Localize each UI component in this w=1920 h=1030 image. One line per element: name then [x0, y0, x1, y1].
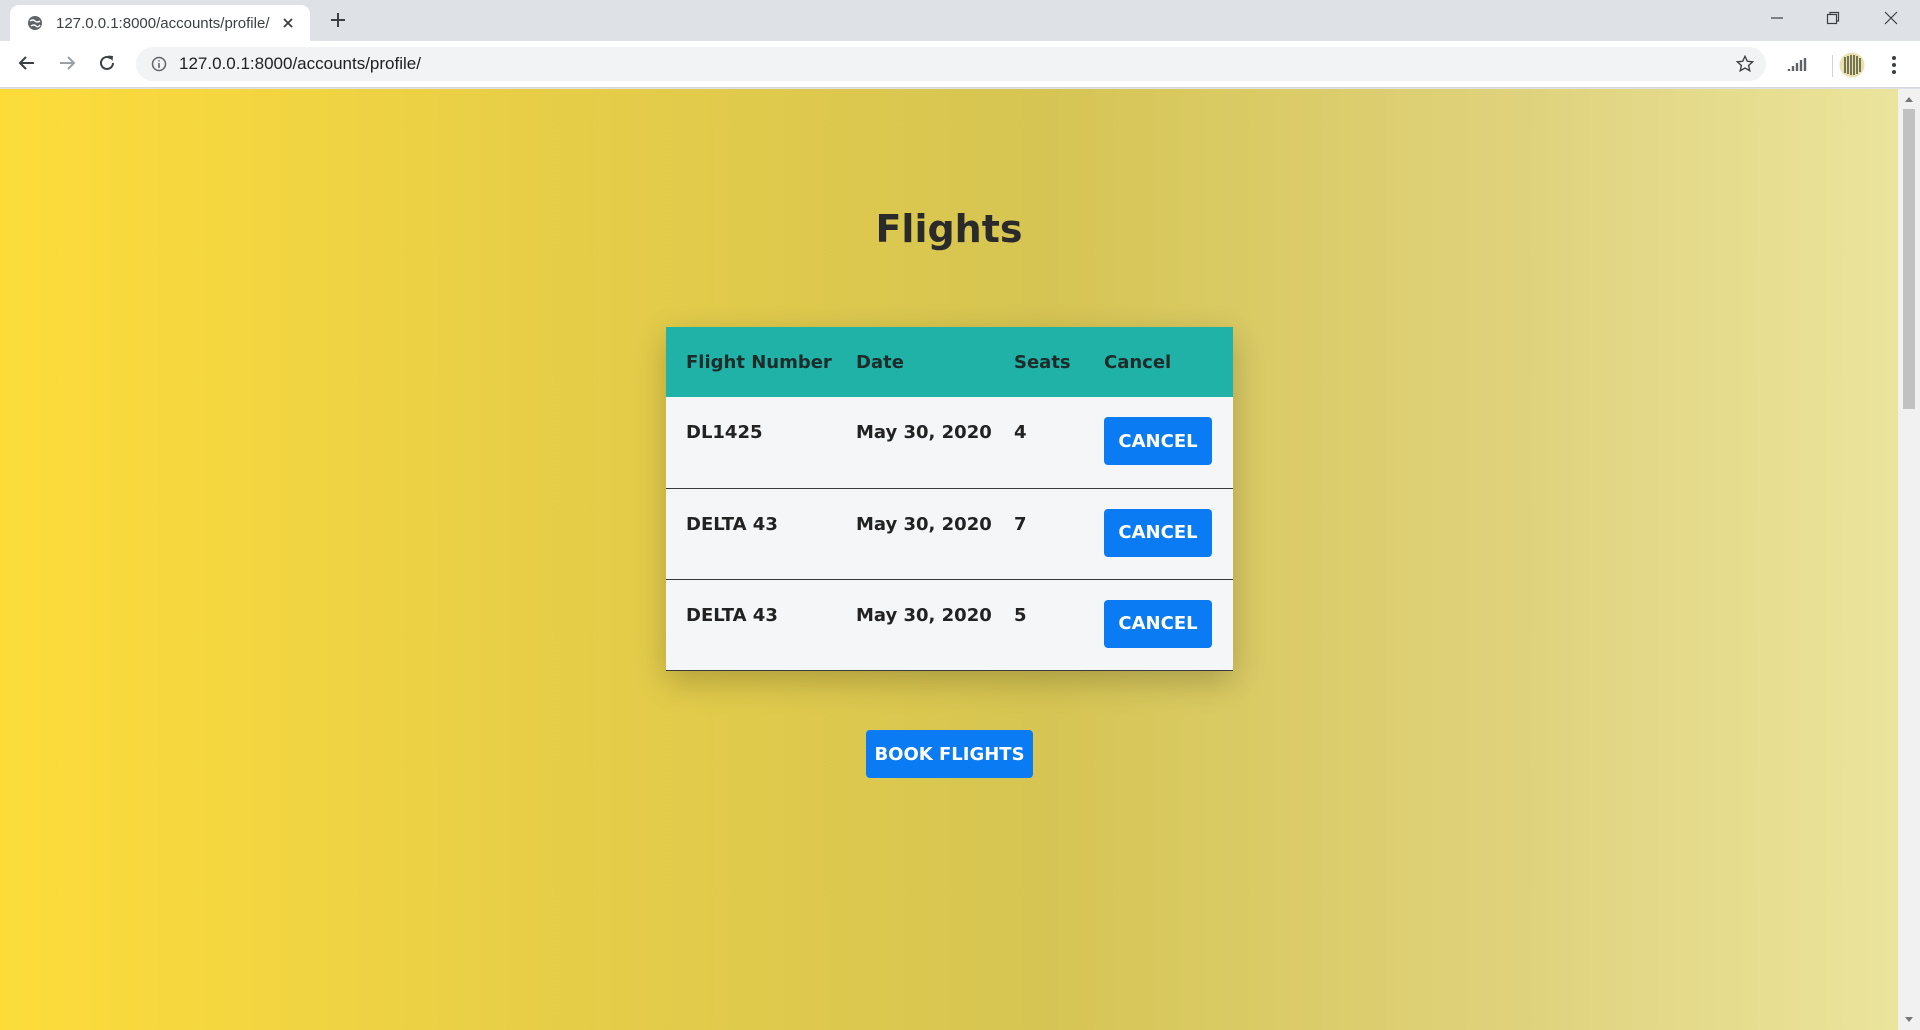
cancel-button[interactable]: CANCEL — [1104, 508, 1212, 557]
flight-number-cell: DL1425 — [686, 422, 763, 443]
flight-number-cell: DELTA 43 — [686, 513, 778, 535]
seats-cell: 7 — [1014, 513, 1027, 535]
cancel-button[interactable]: CANCEL — [1104, 417, 1212, 465]
star-icon[interactable] — [1734, 53, 1756, 75]
flight-number-cell: DELTA 43 — [686, 604, 778, 626]
tab-title: 127.0.0.1:8000/accounts/profile/ — [56, 14, 270, 32]
profile-avatar-icon[interactable] — [1838, 51, 1866, 79]
date-cell: May 30, 2020 — [856, 604, 992, 626]
date-cell: May 30, 2020 — [856, 513, 992, 535]
action-cell: CANCEL — [1084, 488, 1233, 579]
header-flight-number: Flight Number — [686, 351, 832, 373]
scrollbar-thumb[interactable] — [1903, 109, 1915, 409]
globe-icon — [26, 14, 44, 32]
address-bar[interactable]: 127.0.0.1:8000/accounts/profile/ — [136, 47, 1766, 81]
back-button[interactable] — [11, 49, 43, 81]
minimize-button[interactable] — [1748, 0, 1806, 40]
window-close-button[interactable] — [1862, 0, 1920, 40]
close-icon[interactable] — [278, 13, 298, 33]
seats-cell: 4 — [1014, 422, 1027, 443]
scroll-up-arrow-icon[interactable] — [1898, 91, 1920, 107]
action-cell: CANCEL — [1084, 579, 1233, 670]
browser-toolbar: 127.0.0.1:8000/accounts/profile/ — [0, 41, 1920, 88]
page-viewport: Flights Flight Number Date Seats Cancel … — [0, 89, 1898, 1030]
table-header-row: Flight Number Date Seats Cancel — [666, 327, 1233, 397]
kebab-menu-icon[interactable] — [1880, 51, 1908, 79]
new-tab-button[interactable] — [324, 8, 352, 36]
header-cancel: Cancel — [1104, 351, 1172, 373]
arrow-right-icon — [58, 54, 76, 77]
info-icon[interactable] — [149, 54, 169, 74]
url-text[interactable]: 127.0.0.1:8000/accounts/profile/ — [179, 54, 421, 74]
restore-icon — [1826, 11, 1840, 30]
close-window-icon — [1884, 11, 1898, 30]
scroll-down-arrow-icon[interactable] — [1898, 1012, 1920, 1028]
arrow-left-icon — [18, 54, 36, 77]
page-title: Flights — [875, 207, 1023, 251]
flights-table-card: Flight Number Date Seats Cancel DL1425 M… — [666, 327, 1233, 671]
action-cell: CANCEL — [1084, 397, 1233, 488]
table-row: DELTA 43 May 30, 2020 5 CANCEL — [666, 579, 1233, 670]
media-route-icon[interactable] — [1783, 51, 1811, 79]
restore-button[interactable] — [1804, 0, 1862, 40]
plus-icon — [330, 12, 346, 33]
flights-table: Flight Number Date Seats Cancel DL1425 M… — [666, 327, 1233, 671]
cancel-button[interactable]: CANCEL — [1104, 599, 1212, 648]
forward-button[interactable] — [51, 49, 83, 81]
toolbar-divider — [1832, 55, 1833, 77]
minimize-icon — [1770, 11, 1784, 30]
seats-cell: 5 — [1014, 604, 1027, 626]
table-row: DELTA 43 May 30, 2020 7 CANCEL — [666, 488, 1233, 579]
reload-button[interactable] — [91, 49, 123, 81]
table-row: DL1425 May 30, 2020 4 CANCEL — [666, 397, 1233, 488]
header-date: Date — [856, 351, 904, 373]
browser-tab[interactable]: 127.0.0.1:8000/accounts/profile/ — [10, 5, 310, 41]
page-scrollbar[interactable] — [1898, 89, 1920, 1030]
header-seats: Seats — [1014, 351, 1071, 373]
reload-icon — [98, 54, 116, 77]
book-flights-button[interactable]: BOOK FLIGHTS — [866, 730, 1033, 778]
browser-tabstrip: 127.0.0.1:8000/accounts/profile/ — [0, 0, 1920, 41]
date-cell: May 30, 2020 — [856, 422, 992, 443]
